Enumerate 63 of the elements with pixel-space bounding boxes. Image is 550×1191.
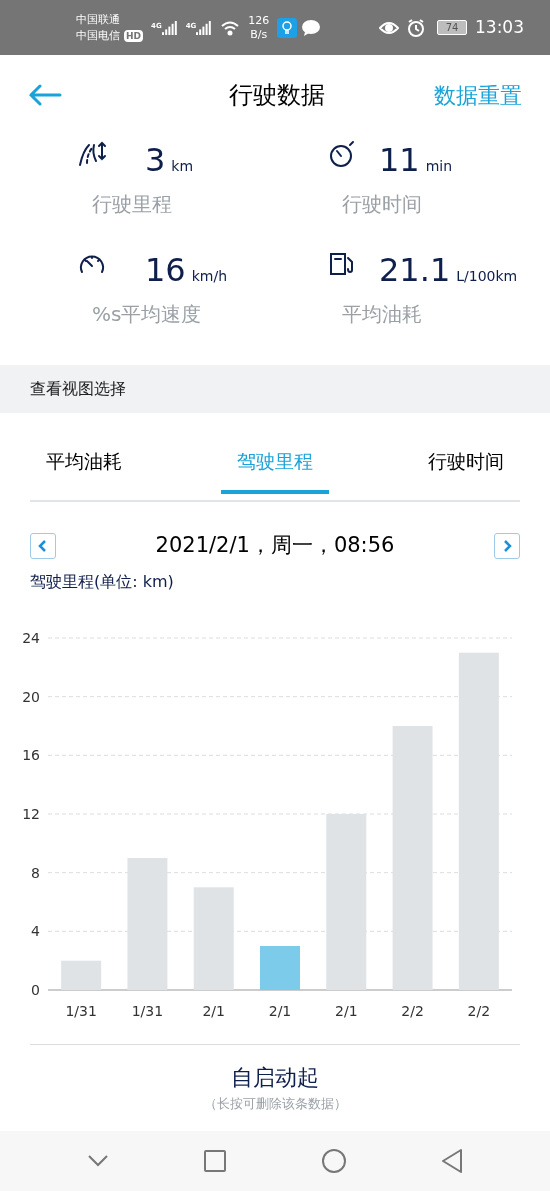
clock-time: 13:03	[475, 15, 524, 39]
stopwatch-icon	[327, 139, 357, 169]
axis-tick-label: 24	[22, 630, 40, 646]
trip-title: 自启动起	[231, 1064, 319, 1092]
carrier-label: 中国电信	[76, 27, 120, 44]
wifi-icon	[220, 19, 241, 36]
chart-label: 驾驶里程(单位: km)	[30, 571, 175, 593]
stat-value: 21.1	[379, 254, 451, 286]
axis-category-label: 2/2	[401, 1003, 424, 1019]
home-button[interactable]	[321, 1148, 347, 1174]
axis-tick-label: 8	[31, 864, 40, 881]
axis-tick-label: 16	[22, 747, 40, 764]
axis-tick-label: 0	[31, 982, 40, 998]
network-speed-value: 126	[248, 13, 270, 28]
triangle-icon	[441, 1148, 463, 1174]
axis-category-label: 2/1	[202, 1003, 225, 1019]
stat-value: 3	[145, 144, 166, 176]
hd-badge: HD	[124, 29, 143, 42]
stat-unit: min	[425, 157, 453, 176]
battery-indicator: 74	[437, 20, 467, 35]
axis-tick-label: 4	[31, 923, 40, 940]
section-title: 查看视图选择	[30, 378, 126, 400]
stat-label: 行驶时间	[341, 191, 423, 218]
eye-icon	[379, 20, 399, 35]
alarm-clock-icon	[407, 18, 425, 37]
chevron-right-icon	[501, 539, 513, 553]
chevron-down-icon	[87, 1154, 109, 1168]
circle-icon	[321, 1148, 347, 1174]
page-title: 行驶数据	[228, 80, 326, 111]
signal-icon	[161, 20, 178, 35]
stat-unit: km/h	[191, 267, 228, 286]
back-nav-button[interactable]	[441, 1148, 463, 1174]
network-speed-unit: B/s	[250, 27, 268, 42]
previous-button[interactable]	[30, 533, 56, 559]
stat-label: 行驶里程	[91, 191, 173, 218]
stat-unit: km	[171, 157, 194, 176]
view-tab[interactable]: 平均油耗	[30, 433, 138, 494]
stat-value: 11	[379, 144, 420, 176]
stat-label: %s平均速度	[91, 301, 203, 328]
date-label: 2021/2/1，周一，08:56	[155, 532, 395, 560]
axis-category-label: 1/31	[65, 1003, 97, 1019]
chat-bubble-icon	[301, 18, 322, 37]
next-button[interactable]	[494, 533, 520, 559]
collapse-button[interactable]	[87, 1154, 109, 1168]
road-icon	[77, 139, 107, 169]
axis-tick-label: 12	[22, 806, 40, 822]
stat-label: 平均油耗	[341, 301, 423, 328]
axis-category-label: 2/2	[467, 1003, 491, 1019]
axis-category-label: 2/1	[335, 1003, 358, 1019]
signal-icon	[196, 20, 213, 35]
axis-category-label: 2/1	[268, 1003, 292, 1019]
stat-unit: L/100km	[456, 267, 518, 286]
square-icon	[203, 1149, 227, 1173]
trip-hint: （长按可删除该条数据）	[203, 1095, 347, 1113]
axis-tick-label: 20	[22, 688, 40, 705]
carrier-label: 中国联通	[76, 11, 121, 28]
back-arrow-icon	[28, 84, 62, 106]
lightbulb-icon	[277, 17, 298, 38]
view-tab[interactable]: 行驶时间	[412, 433, 520, 494]
recents-button[interactable]	[203, 1149, 227, 1173]
stat-value: 16	[145, 254, 186, 286]
chevron-left-icon	[37, 539, 49, 553]
axis-category-label: 1/31	[131, 1003, 164, 1019]
